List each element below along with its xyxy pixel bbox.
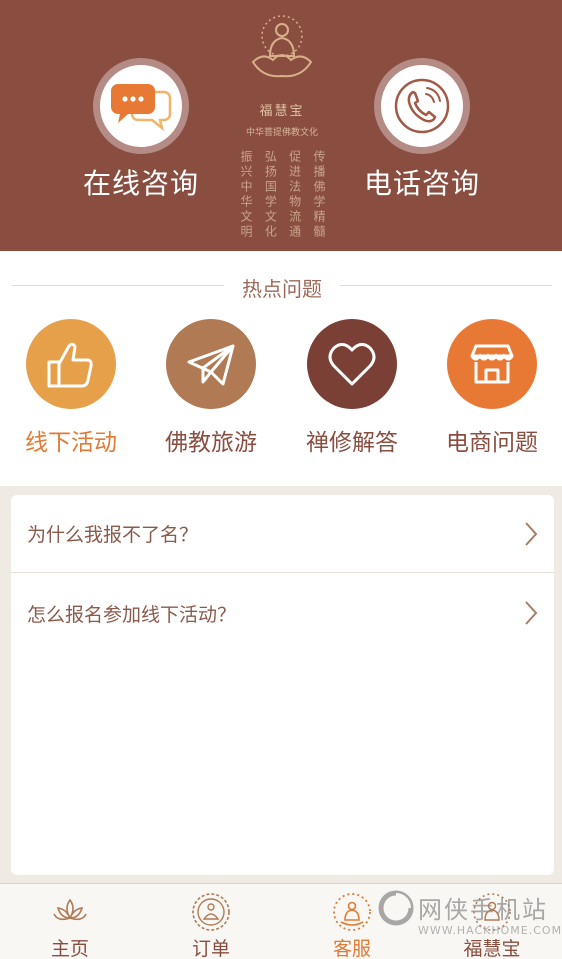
poem-columns: 传播佛学精髓 促进法物流通 弘扬国学文化 振兴中华文明 [238,150,328,240]
nav-item-home[interactable]: 主页 [0,884,140,959]
heart-icon [328,343,376,386]
poem-line: 促进法物流通 [287,150,302,240]
paper-plane-icon [187,344,235,386]
category-circle [447,319,537,409]
chat-bubble-icon [111,84,172,132]
faq-item[interactable]: 为什么我报不了名？ [11,495,554,573]
nav-label: 订单 [191,938,230,959]
category-offline-activity[interactable]: 线下活动 [1,319,141,457]
category-circle [26,319,116,409]
watermark: 网侠手机站 WWW.HACKHOME.COM [378,886,562,946]
poem-line: 弘扬国学文化 [263,150,278,240]
thumbs-up-icon [47,342,93,388]
lotus-icon [53,898,87,921]
order-badge-icon [192,893,230,931]
category-meditation-answers[interactable]: 禅修解答 [282,319,422,457]
faq-question-text: 为什么我报不了名？ [27,524,199,546]
phone-consult-button[interactable]: 电话咨询 [322,58,522,202]
online-consult-button[interactable]: 在线咨询 [41,58,241,202]
category-label: 线下活动 [25,430,117,456]
category-buddhist-travel[interactable]: 佛教旅游 [141,319,281,457]
hot-topics-section: 热点问题 线下活动 佛教旅游 禅修解答 电商问题 [0,251,562,486]
phone-consult-circle [374,58,470,154]
shop-icon [470,344,514,384]
online-consult-circle [93,58,189,154]
poem-line: 振兴中华文明 [239,150,253,240]
buddha-service-icon [333,893,371,931]
category-ecommerce-questions[interactable]: 电商问题 [422,319,562,457]
faq-panel: 为什么我报不了名？ 怎么报名参加线下活动？ [11,495,554,875]
phone-icon [394,78,450,134]
category-label: 电商问题 [446,430,538,456]
category-circle [307,319,397,409]
divider [340,285,552,286]
chevron-right-icon [525,601,538,625]
category-label: 佛教旅游 [165,430,257,456]
category-circle [166,319,256,409]
watermark-title: 网侠手机站 [418,896,548,924]
watermark-url: WWW.HACKHOME.COM [418,924,562,937]
buddha-logo-icon [251,15,313,78]
faq-question-text: 怎么报名参加线下活动？ [27,603,237,626]
divider [12,285,224,286]
nav-item-orders[interactable]: 订单 [141,884,281,959]
hot-topics-header: 热点问题 [0,273,562,301]
category-label: 禅修解答 [306,430,398,456]
chevron-right-icon [525,521,538,546]
hot-topics-title: 热点问题 [242,277,322,301]
brand-name: 福慧宝 [259,104,305,119]
online-consult-label: 在线咨询 [82,167,199,200]
brand-logo: 福慧宝 中华菩提佛教文化 [232,12,332,138]
phone-consult-label: 电话咨询 [363,167,480,200]
nav-label: 主页 [50,938,89,959]
faq-item[interactable]: 怎么报名参加线下活动？ [11,574,554,652]
watermark-logo-icon [378,890,414,926]
header-banner: 在线咨询 福慧宝 中华菩提佛教文化 传播佛学精髓 促进法物流通 弘扬国学文化 振… [0,0,562,251]
